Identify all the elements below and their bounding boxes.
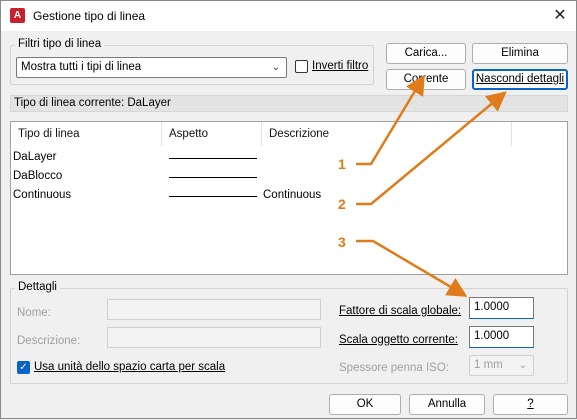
linetype-manager-dialog: A Gestione tipo di linea ✕ Filtri tipo d… [0,0,577,419]
callout-arrow-3 [356,239,468,297]
callout-arrow-2 [356,91,507,206]
callout-arrow-1 [356,74,425,166]
callout-arrows [356,74,507,297]
